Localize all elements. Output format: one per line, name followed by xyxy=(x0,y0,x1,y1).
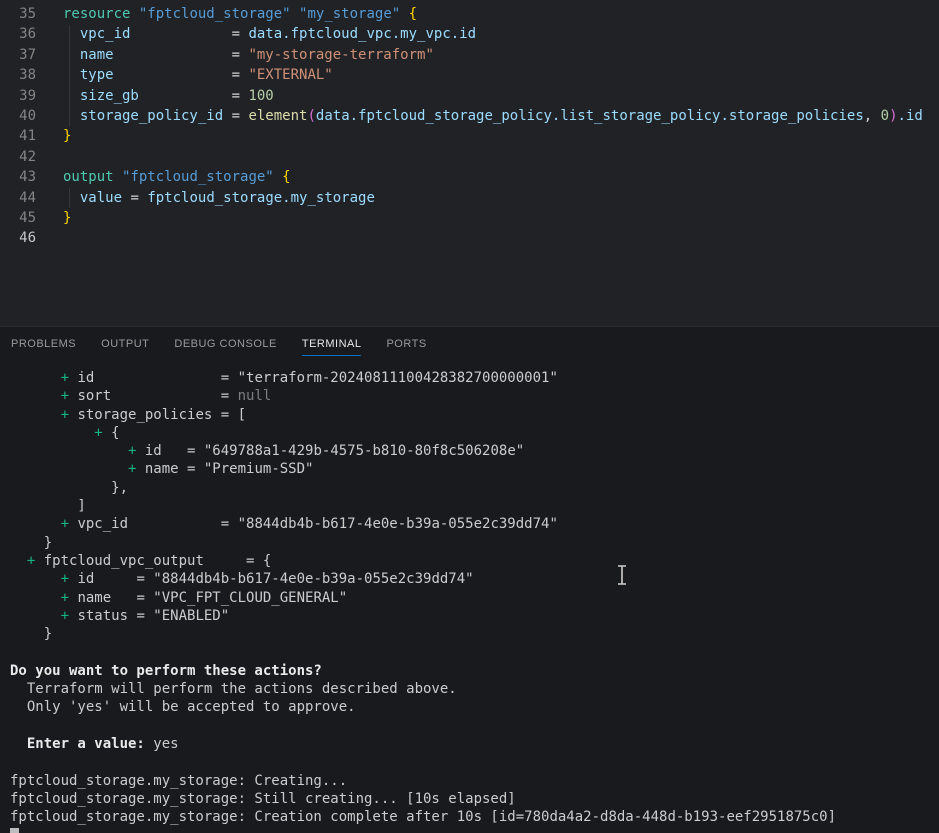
code-text: size_gb = 100 xyxy=(63,86,274,106)
code-text: value = fptcloud_storage.my_storage xyxy=(63,188,375,208)
terminal-line: } xyxy=(10,625,939,643)
code-line-44[interactable]: 44 value = fptcloud_storage.my_storage xyxy=(0,188,939,208)
terminal-output[interactable]: + id = "terraform-2024081110042838270000… xyxy=(0,363,939,833)
panel-tab-terminal[interactable]: TERMINAL xyxy=(302,334,362,356)
code-text: storage_policy_id = element(data.fptclou… xyxy=(63,106,923,126)
line-number: 44 xyxy=(0,188,36,208)
panel-tab-output[interactable]: OUTPUT xyxy=(101,334,149,356)
code-text: resource "fptcloud_storage" "my_storage"… xyxy=(63,4,417,24)
indent-guide xyxy=(69,188,70,208)
terminal-line: fptcloud_storage.my_storage: Still creat… xyxy=(10,790,939,808)
line-number: 46 xyxy=(0,228,36,248)
panel-tab-ports[interactable]: PORTS xyxy=(386,334,426,356)
terminal-line: fptcloud_storage.my_storage: Creation co… xyxy=(10,808,939,826)
panel-tab-problems[interactable]: PROBLEMS xyxy=(11,334,76,356)
code-line-37[interactable]: 37 name = "my-storage-terraform" xyxy=(0,45,939,65)
line-number: 36 xyxy=(0,24,36,44)
panel-tab-bar: PROBLEMS OUTPUT DEBUG CONSOLE TERMINAL PORTS xyxy=(0,327,939,363)
code-line-38[interactable]: 38 type = "EXTERNAL" xyxy=(0,65,939,85)
terminal-line: + sort = null xyxy=(10,387,939,405)
code-line-40[interactable]: 40 storage_policy_id = element(data.fptc… xyxy=(0,106,939,126)
vscode-window: 35 resource "fptcloud_storage" "my_storag… xyxy=(0,0,939,833)
code-line-35[interactable]: 35 resource "fptcloud_storage" "my_storag… xyxy=(0,4,939,24)
code-line-42[interactable]: 42 xyxy=(0,147,939,167)
code-text: output "fptcloud_storage" { xyxy=(63,167,291,187)
code-editor[interactable]: 35 resource "fptcloud_storage" "my_storag… xyxy=(0,0,939,326)
terminal-line: + status = "ENABLED" xyxy=(10,607,939,625)
terminal-line: } xyxy=(10,534,939,552)
code-text: name = "my-storage-terraform" xyxy=(63,45,434,65)
code-line-43[interactable]: 43 output "fptcloud_storage" { xyxy=(0,167,939,187)
code-line-46[interactable]: 46 xyxy=(0,228,939,248)
terminal-line: }, xyxy=(10,479,939,497)
code-line-39[interactable]: 39 size_gb = 100 xyxy=(0,86,939,106)
line-number: 43 xyxy=(0,167,36,187)
code-text: } xyxy=(63,126,71,146)
code-line-36[interactable]: 36 vpc_id = data.fptcloud_vpc.my_vpc.id xyxy=(0,24,939,44)
indent-guide xyxy=(69,25,70,127)
code-text: vpc_id = data.fptcloud_vpc.my_vpc.id xyxy=(63,24,476,44)
line-number: 41 xyxy=(0,126,36,146)
terminal-line: ] xyxy=(10,497,939,515)
bottom-panel: PROBLEMS OUTPUT DEBUG CONSOLE TERMINAL PORTS… xyxy=(0,326,939,833)
code-text: } xyxy=(63,208,71,228)
terminal-line: fptcloud_storage.my_storage: Creating... xyxy=(10,772,939,790)
terminal-line: + name = "Premium-SSD" xyxy=(10,460,939,478)
code-line-41[interactable]: 41} xyxy=(0,126,939,146)
terminal-line xyxy=(10,753,939,771)
terminal-line: + { xyxy=(10,424,939,442)
editor-lines: 35 resource "fptcloud_storage" "my_storag… xyxy=(0,0,939,249)
line-number: 37 xyxy=(0,45,36,65)
terminal-line: + fptcloud_vpc_output = { xyxy=(10,552,939,570)
terminal-line: Only 'yes' will be accepted to approve. xyxy=(10,698,939,716)
terminal-line: + id = "8844db4b-b617-4e0e-b39a-055e2c39… xyxy=(10,570,939,588)
panel-tab-debug-console[interactable]: DEBUG CONSOLE xyxy=(174,334,276,356)
line-number: 45 xyxy=(0,208,36,228)
terminal-line: + id = "649788a1-429b-4575-b810-80f8c506… xyxy=(10,442,939,460)
code-text: type = "EXTERNAL" xyxy=(63,65,333,85)
terminal-line xyxy=(10,826,939,833)
line-number: 40 xyxy=(0,106,36,126)
line-number: 39 xyxy=(0,86,36,106)
terminal-line: + storage_policies = [ xyxy=(10,406,939,424)
line-number: 38 xyxy=(0,65,36,85)
line-number: 42 xyxy=(0,147,36,167)
terminal-line: Enter a value: yes xyxy=(10,735,939,753)
terminal-line: + vpc_id = "8844db4b-b617-4e0e-b39a-055e… xyxy=(10,515,939,533)
terminal-line xyxy=(10,717,939,735)
terminal-line xyxy=(10,643,939,661)
terminal-line: + id = "terraform-2024081110042838270000… xyxy=(10,369,939,387)
terminal-line: Terraform will perform the actions descr… xyxy=(10,680,939,698)
terminal-line: + name = "VPC_FPT_CLOUD_GENERAL" xyxy=(10,589,939,607)
terminal-line: Do you want to perform these actions? xyxy=(10,662,939,680)
terminal-block-cursor xyxy=(10,828,19,833)
code-line-45[interactable]: 45} xyxy=(0,208,939,228)
line-number: 35 xyxy=(0,4,36,24)
